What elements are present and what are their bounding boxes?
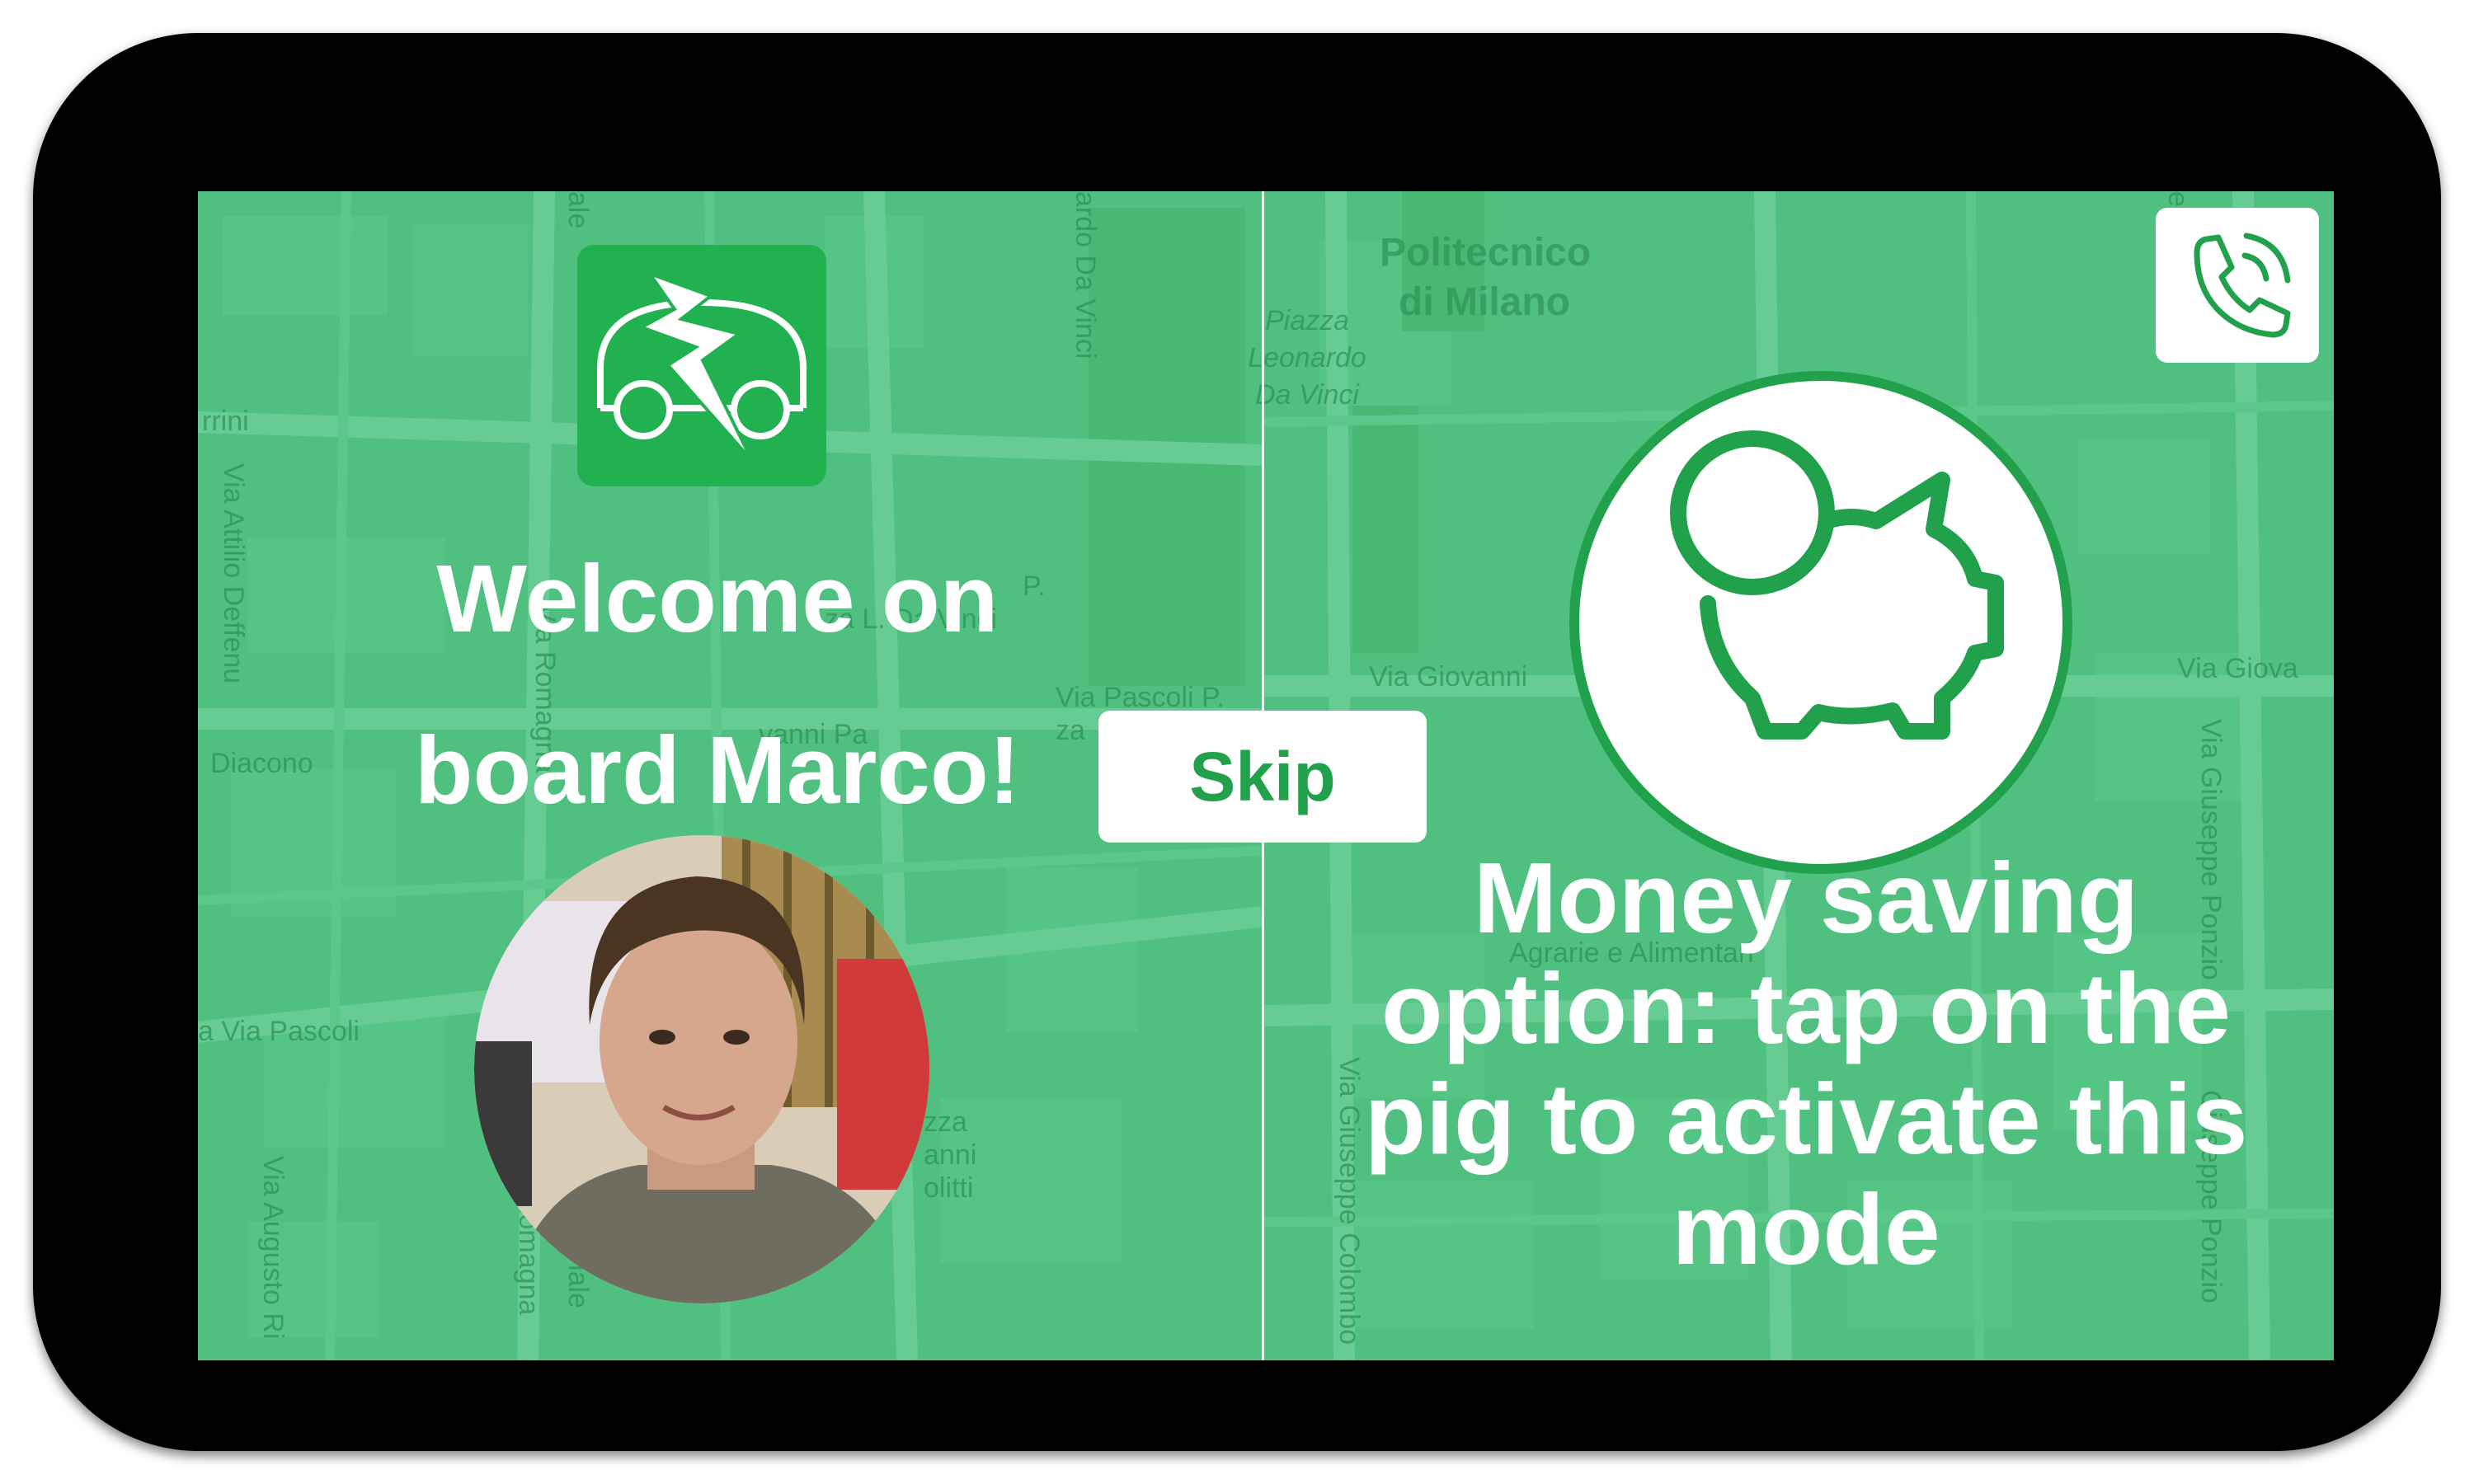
map-label: Via Augusto Ri [257,1156,289,1340]
welcome-heading: Welcome on board Marco! [346,513,1089,856]
onboarding-screen: Politecnico di Milano Piazza Leonardo Da… [198,191,2334,1360]
money-saving-description: Money saving option: tap on the pig to a… [1364,842,2248,1285]
user-avatar [474,835,929,1303]
welcome-line-2: board Marco! [414,716,1021,824]
phone-call-button[interactable] [2156,208,2319,363]
map-label: Politecnico [1380,231,1592,275]
map-label: a Via Pascoli [198,1016,360,1047]
map-label: Via Giova [2177,653,2298,684]
piggy-bank-icon [1670,430,2004,740]
map-label: Leonardo [1248,342,1366,373]
map-label: olitti [924,1172,974,1204]
map-label: Piazza [1264,305,1350,336]
phone-call-icon [2194,232,2291,338]
device-frame: Politecnico di Milano Piazza Leonardo Da… [33,33,2441,1451]
avatar-photo [474,835,929,1303]
map-label: rrini [202,406,249,437]
map-label: e [2162,191,2194,207]
map-label: ardo Da Vinci [1070,191,1101,359]
map-label: anni [924,1139,977,1171]
skip-button[interactable]: Skip [1098,711,1427,843]
map-label: Via Attilio Deffenu [218,463,249,684]
money-saving-pig-button[interactable] [1569,371,2072,874]
car-lightning-icon [597,270,807,463]
map-label: zza [924,1106,967,1138]
map-label: ale [562,191,594,229]
map-label: Via Giovanni [1369,661,1528,693]
map-label: di Milano [1399,280,1570,324]
welcome-line-1: Welcome on [436,545,999,652]
app-logo [577,245,826,486]
map-label: Da Vinci [1255,379,1359,411]
map-label: Diacono [210,748,313,779]
